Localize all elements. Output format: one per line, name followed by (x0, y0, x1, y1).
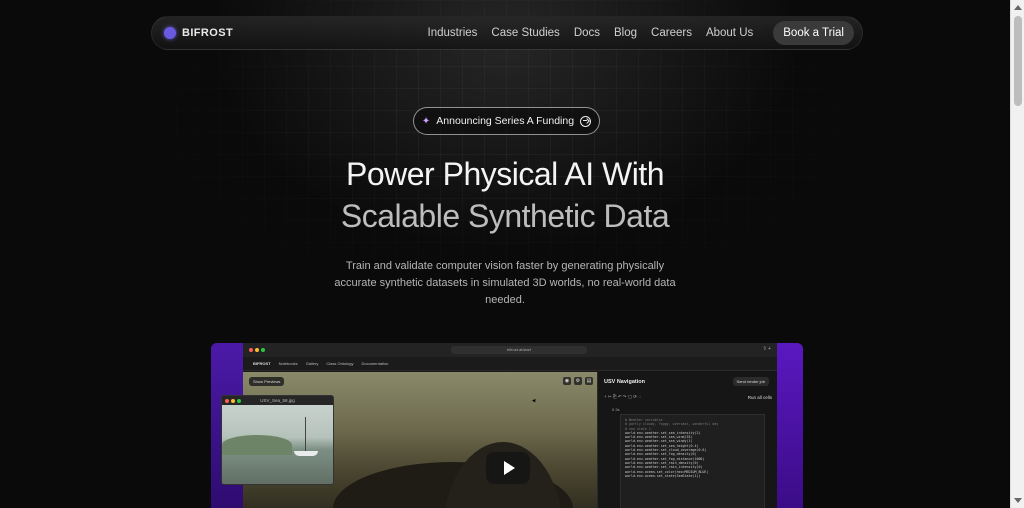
preview-filename: USV_Sea_58.jpg (260, 398, 295, 403)
preview-window-controls (225, 399, 243, 403)
demo-backdrop-right (777, 343, 803, 508)
demo-brand: BIFROST (253, 361, 271, 366)
brand-name: BIFROST (182, 27, 234, 39)
maximize-dot-icon (261, 348, 265, 352)
notebook-panel: USV Navigation Send render job + ✂ ⎘ ↶ ↷… (597, 372, 777, 508)
camera-icon: ◉ (563, 377, 571, 385)
demo-browser-window: bifrost.ai/start ⇧ + BIFROST Notebooks G… (221, 343, 777, 508)
page-scrollbar[interactable] (1010, 0, 1024, 508)
announcement-text: Announcing Series A Funding (436, 115, 575, 127)
nav-link-docs[interactable]: Docs (574, 27, 600, 39)
nav-link-case-studies[interactable]: Case Studies (491, 27, 559, 39)
show-previews-button: Show Previews (249, 377, 285, 386)
settings-icon: ⚙ (574, 377, 582, 385)
nav-link-industries[interactable]: Industries (428, 27, 478, 39)
nav-link-blog[interactable]: Blog (614, 27, 637, 39)
book-trial-button[interactable]: Book a Trial (773, 21, 854, 45)
scroll-up-arrow-icon[interactable] (1014, 5, 1022, 10)
code-line: world.env.ocean.set_state(SeaState(1)) (625, 473, 701, 478)
demo-menu-class-ontology: Class Ontology (326, 361, 354, 366)
notebook-toolbar: + ✂ ⎘ ↶ ↷ ▢ ⟳ ◌ Run all cells (604, 393, 772, 401)
hero-title-line-2: Scalable Synthetic Data (340, 198, 670, 234)
mouse-cursor-icon (532, 398, 537, 404)
run-all-cells-button: Run all cells (747, 394, 772, 400)
preview-minimize-dot-icon (231, 399, 235, 403)
render-viewport: Show Previews ◉ ⚙ ▤ USV_Sea_58.jpg (221, 372, 597, 508)
scroll-thumb[interactable] (1014, 16, 1022, 106)
nav-link-careers[interactable]: Careers (651, 27, 692, 39)
hill-shape (222, 435, 292, 455)
boat-hull (294, 451, 318, 456)
preview-title-bar: USV_Sea_58.jpg (222, 396, 333, 405)
window-controls (249, 348, 267, 352)
nav-link-about-us[interactable]: About Us (706, 27, 753, 39)
top-navbar: BIFROST Industries Case Studies Docs Blo… (151, 16, 863, 50)
viewport-icons: ◉ ⚙ ▤ (560, 377, 593, 385)
announcement-pill[interactable]: ✦ Announcing Series A Funding (413, 107, 600, 135)
code-cell: # Weather variables # partly cloudy, fog… (620, 414, 765, 508)
cell-execution-label: 0 2s (612, 407, 620, 412)
brand-logo[interactable]: BIFROST (164, 27, 233, 39)
share-plus-icons: ⇧ + (762, 346, 772, 352)
demo-menu-documentation: Documentation (361, 361, 389, 366)
preview-maximize-dot-icon (237, 399, 241, 403)
layers-icon: ▤ (585, 377, 593, 385)
nav-links: Industries Case Studies Docs Blog Career… (428, 21, 854, 45)
hero-subtitle: Train and validate computer vision faste… (334, 260, 676, 306)
send-render-job-button: Send render job (732, 377, 769, 386)
brand-dot-icon (164, 27, 176, 39)
page: BIFROST Industries Case Studies Docs Blo… (0, 0, 1010, 508)
product-demo: bifrost.ai/start ⇧ + BIFROST Notebooks G… (211, 343, 803, 508)
preview-image-window: USV_Sea_58.jpg (221, 395, 334, 485)
sail-mast (305, 417, 306, 453)
code-comment: # Weather variables # partly cloudy, fog… (625, 418, 719, 431)
notebook-toolbar-icons: + ✂ ⎘ ↶ ↷ ▢ ⟳ ◌ (604, 394, 641, 399)
address-bar: bifrost.ai/start (451, 346, 587, 354)
minimize-dot-icon (255, 348, 259, 352)
arrow-right-circle-icon (580, 115, 592, 127)
preview-close-dot-icon (225, 399, 229, 403)
sailboat-image (222, 405, 333, 484)
party-popper-icon: ✦ (421, 115, 431, 127)
demo-menu-notebooks: Notebooks (278, 361, 298, 366)
scroll-down-arrow-icon[interactable] (1014, 498, 1022, 503)
play-video-button[interactable] (486, 452, 530, 484)
demo-app-bar: BIFROST Notebooks Gallery Class Ontology… (243, 357, 777, 371)
close-dot-icon (249, 348, 253, 352)
notebook-title: USV Navigation (604, 379, 645, 385)
hero-title-line-1: Power Physical AI With (346, 156, 665, 192)
browser-chrome: bifrost.ai/start ⇧ + (243, 343, 777, 357)
demo-menu-gallery: Gallery (305, 361, 319, 366)
